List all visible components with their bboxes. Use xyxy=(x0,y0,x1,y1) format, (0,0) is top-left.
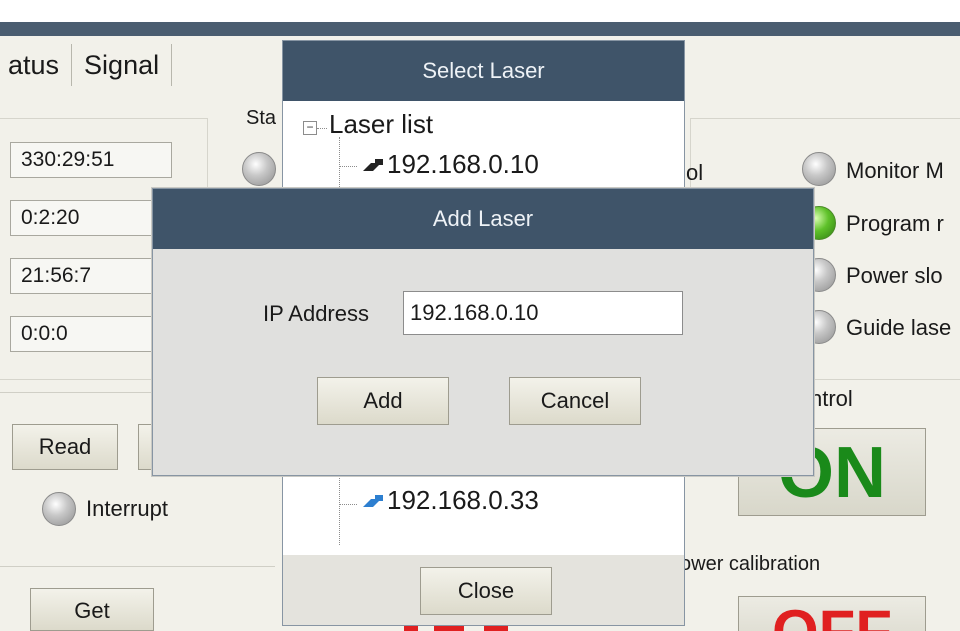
select-laser-footer: Close xyxy=(283,555,684,625)
add-laser-title: Add Laser xyxy=(153,189,813,249)
add-button[interactable]: Add xyxy=(317,377,449,425)
tree-item-label: 192.168.0.33 xyxy=(387,485,539,515)
power-slow-label: Power slo xyxy=(846,263,943,288)
interrupt-label: Interrupt xyxy=(86,496,168,521)
counter-field-2: 0:2:20 xyxy=(10,200,172,236)
counter-field-4: 0:0:0 xyxy=(10,316,172,352)
tree-line xyxy=(339,166,357,167)
counter-field-1: 330:29:51 xyxy=(10,142,172,178)
laser-off-button[interactable]: OFF xyxy=(738,596,926,631)
laser-device-icon xyxy=(363,158,383,171)
monitor-mode-label: Monitor M xyxy=(846,158,944,183)
tab-signal[interactable]: Signal xyxy=(72,44,173,86)
cancel-button[interactable]: Cancel xyxy=(509,377,641,425)
program-mode-label: Program r xyxy=(846,211,944,236)
tree-line xyxy=(317,128,327,129)
monitor-mode-indicator-icon xyxy=(802,152,836,186)
select-laser-title: Select Laser xyxy=(283,41,684,101)
window-top-bar xyxy=(0,22,960,36)
control-label-partial: ol xyxy=(686,160,704,185)
laser-device-blue-icon xyxy=(363,494,383,507)
power-calibration-label: ower calibration xyxy=(680,553,821,575)
get-button[interactable]: Get xyxy=(30,588,154,631)
tree-line xyxy=(339,504,357,505)
collapse-icon[interactable]: − xyxy=(303,121,317,135)
tree-root-laser-list[interactable]: Laser list xyxy=(329,109,433,140)
read-button[interactable]: Read xyxy=(12,424,118,470)
interrupt-indicator-icon xyxy=(42,492,76,526)
tab-status[interactable]: atus xyxy=(0,44,73,86)
guide-laser-label: Guide lase xyxy=(846,315,952,340)
divider xyxy=(0,566,275,567)
tree-item-laser[interactable]: 192.168.0.33 xyxy=(357,485,539,516)
tree-item-label: 192.168.0.10 xyxy=(387,149,539,179)
close-button[interactable]: Close xyxy=(420,567,552,615)
control-group-label: ntrol xyxy=(810,386,853,411)
add-laser-dialog: Add Laser IP Address Add Cancel xyxy=(152,188,814,476)
ip-address-input[interactable] xyxy=(403,291,683,335)
tree-item-laser[interactable]: 192.168.0.10 xyxy=(357,149,539,180)
counter-field-3: 21:56:7 xyxy=(10,258,172,294)
tab-bar: atus Signal xyxy=(0,40,173,90)
status-group-label: Sta xyxy=(246,107,277,129)
ip-address-label: IP Address xyxy=(263,301,369,326)
status-indicator-icon xyxy=(242,152,276,186)
